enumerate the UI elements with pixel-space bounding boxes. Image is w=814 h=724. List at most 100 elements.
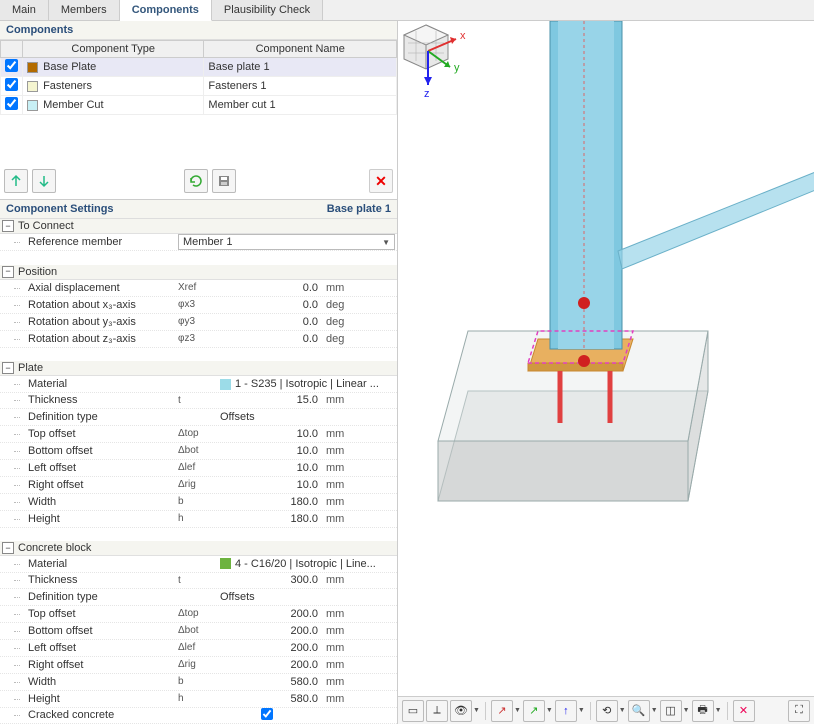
prop-value[interactable]: 200.0 bbox=[216, 659, 324, 671]
view-print-icon[interactable]: 🖶 bbox=[692, 700, 714, 722]
tab-main[interactable]: Main bbox=[0, 0, 49, 20]
prop-value[interactable]: 200.0 bbox=[216, 625, 324, 637]
prop-label: Rotation about y₃-axis bbox=[0, 316, 178, 328]
position-row: Rotation about y₃-axis φy3 0.0 deg bbox=[0, 314, 397, 331]
prop-value[interactable]: Offsets bbox=[216, 411, 397, 423]
move-up-button[interactable] bbox=[4, 169, 28, 193]
refresh-button[interactable] bbox=[184, 169, 208, 193]
view-close-icon[interactable]: ✕ bbox=[733, 700, 755, 722]
component-name: Base plate 1 bbox=[204, 58, 397, 77]
prop-label: Top offset bbox=[0, 428, 178, 440]
axis-x-label: x bbox=[460, 30, 466, 42]
material-text: 4 - C16/20 | Isotropic | Line... bbox=[235, 558, 376, 570]
row-checkbox[interactable] bbox=[5, 78, 18, 91]
view-measure-icon[interactable]: ⟂ bbox=[426, 700, 448, 722]
prop-value[interactable]: 200.0 bbox=[216, 608, 324, 620]
prop-unit: mm bbox=[324, 625, 364, 637]
collapse-icon[interactable]: − bbox=[2, 542, 14, 554]
position-row: Axial displacement Xref 0.0 mm bbox=[0, 280, 397, 297]
cracked-checkbox[interactable] bbox=[261, 708, 273, 720]
prop-symbol: h bbox=[178, 513, 216, 524]
prop-label: Bottom offset bbox=[0, 445, 178, 457]
prop-value[interactable]: 10.0 bbox=[216, 479, 324, 491]
col-name[interactable]: Component Name bbox=[204, 41, 397, 58]
table-row[interactable]: Fasteners Fasteners 1 bbox=[1, 77, 397, 96]
move-down-button[interactable] bbox=[32, 169, 56, 193]
tab-bar: Main Members Components Plausibility Che… bbox=[0, 0, 814, 21]
group-concrete[interactable]: − Concrete block bbox=[0, 541, 397, 556]
tab-plausibility[interactable]: Plausibility Check bbox=[212, 0, 323, 20]
group-plate[interactable]: − Plate bbox=[0, 361, 397, 376]
prop-symbol: Δlef bbox=[178, 462, 216, 473]
prop-value[interactable]: Offsets bbox=[216, 591, 397, 603]
component-type: Member Cut bbox=[43, 99, 104, 111]
view-select-icon[interactable]: ▭ bbox=[402, 700, 424, 722]
material-value[interactable]: 4 - C16/20 | Isotropic | Line... bbox=[216, 558, 397, 570]
view-zoom-icon[interactable]: 🔍 bbox=[628, 700, 650, 722]
prop-value[interactable]: 0.0 bbox=[216, 282, 324, 294]
prop-value[interactable]: 200.0 bbox=[216, 642, 324, 654]
prop-value[interactable]: 15.0 bbox=[216, 394, 324, 406]
component-name: Fasteners 1 bbox=[204, 77, 397, 96]
material-value[interactable]: 1 - S235 | Isotropic | Linear ... bbox=[216, 378, 397, 390]
prop-value[interactable]: 580.0 bbox=[216, 693, 324, 705]
prop-unit: mm bbox=[324, 676, 364, 688]
concrete-dim-row: Height h 580.0 mm bbox=[0, 691, 397, 708]
prop-value[interactable]: 0.0 bbox=[216, 299, 324, 311]
prop-value[interactable]: 10.0 bbox=[216, 445, 324, 457]
plate-offset-row: Left offset Δlef 10.0 mm bbox=[0, 460, 397, 477]
row-concrete-def-type: Definition type Offsets bbox=[0, 589, 397, 605]
ref-member-dropdown[interactable]: Member 1 ▼ bbox=[178, 234, 395, 250]
collapse-icon[interactable]: − bbox=[2, 220, 14, 232]
view-axes-z-icon[interactable]: ↑ bbox=[555, 700, 577, 722]
save-button[interactable] bbox=[212, 169, 236, 193]
component-type: Fasteners bbox=[43, 80, 92, 92]
view-eye-icon[interactable]: 👁 bbox=[450, 700, 472, 722]
prop-unit: mm bbox=[324, 462, 364, 474]
prop-value[interactable]: 180.0 bbox=[216, 513, 324, 525]
prop-value[interactable]: 300.0 bbox=[216, 574, 324, 586]
color-swatch bbox=[27, 81, 38, 92]
prop-unit: mm bbox=[324, 659, 364, 671]
row-checkbox[interactable] bbox=[5, 97, 18, 110]
view-cube-icon[interactable]: ◫ bbox=[660, 700, 682, 722]
collapse-icon[interactable]: − bbox=[2, 362, 14, 374]
prop-value[interactable]: 10.0 bbox=[216, 428, 324, 440]
row-checkbox[interactable] bbox=[5, 59, 18, 72]
prop-value[interactable]: 0.0 bbox=[216, 316, 324, 328]
components-toolbar: ✕ bbox=[0, 163, 397, 200]
col-check bbox=[1, 41, 23, 58]
viewport-3d[interactable]: x y z bbox=[398, 21, 814, 696]
group-position[interactable]: − Position bbox=[0, 265, 397, 280]
view-axes-y-icon[interactable]: ↗ bbox=[523, 700, 545, 722]
plate-dim-row: Width b 180.0 mm bbox=[0, 494, 397, 511]
prop-value[interactable]: 580.0 bbox=[216, 676, 324, 688]
tab-components[interactable]: Components bbox=[120, 0, 212, 21]
view-axes-x-icon[interactable]: ↗ bbox=[491, 700, 513, 722]
prop-symbol: Δrig bbox=[178, 479, 216, 490]
prop-value[interactable]: 180.0 bbox=[216, 496, 324, 508]
prop-label: Rotation about x₃-axis bbox=[0, 299, 178, 311]
settings-header: Component Settings Base plate 1 bbox=[0, 200, 397, 219]
tab-members[interactable]: Members bbox=[49, 0, 120, 20]
collapse-icon[interactable]: − bbox=[2, 266, 14, 278]
prop-label: Cracked concrete bbox=[0, 709, 178, 721]
table-row[interactable]: Base Plate Base plate 1 bbox=[1, 58, 397, 77]
prop-label: Left offset bbox=[0, 642, 178, 654]
table-row[interactable]: Member Cut Member cut 1 bbox=[1, 96, 397, 115]
view-expand-icon[interactable]: ⛶ bbox=[788, 700, 810, 722]
prop-unit: mm bbox=[324, 693, 364, 705]
position-row: Rotation about z₃-axis φz3 0.0 deg bbox=[0, 331, 397, 348]
prop-value[interactable]: 0.0 bbox=[216, 333, 324, 345]
material-swatch bbox=[220, 558, 231, 569]
prop-label: Bottom offset bbox=[0, 625, 178, 637]
prop-label: Top offset bbox=[0, 608, 178, 620]
view-rotate-icon[interactable]: ⟲ bbox=[596, 700, 618, 722]
plate-offset-row: Top offset Δtop 10.0 mm bbox=[0, 426, 397, 443]
col-type[interactable]: Component Type bbox=[23, 41, 204, 58]
group-to-connect[interactable]: − To Connect bbox=[0, 219, 397, 234]
prop-value[interactable]: 10.0 bbox=[216, 462, 324, 474]
concrete-offset-row: Top offset Δtop 200.0 mm bbox=[0, 606, 397, 623]
delete-button[interactable]: ✕ bbox=[369, 169, 393, 193]
prop-symbol: Δtop bbox=[178, 428, 216, 439]
